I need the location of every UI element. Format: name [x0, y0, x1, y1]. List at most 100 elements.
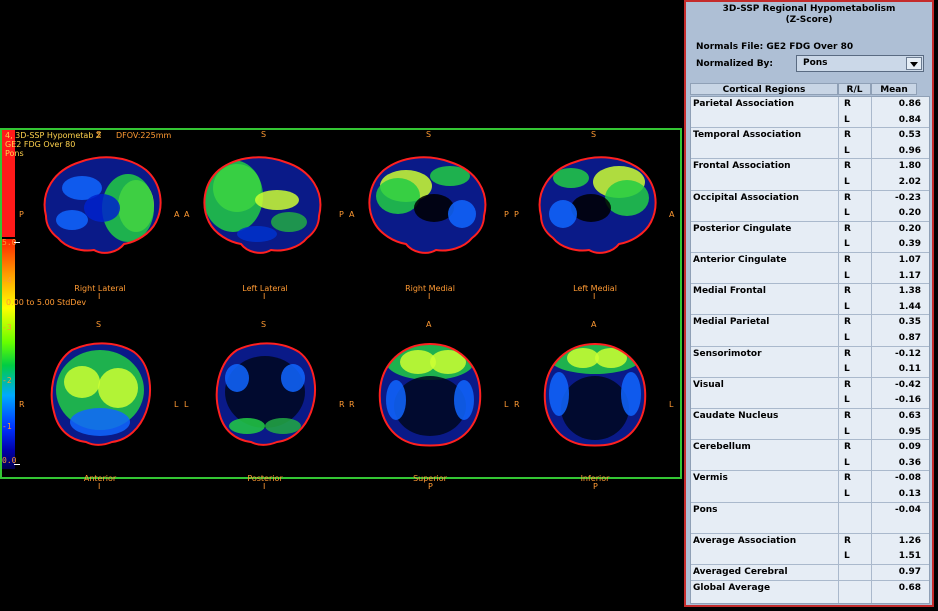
regional-stats-panel: 3D-SSP Regional Hypometabolism (Z-Score)… [684, 0, 934, 607]
row-divider [691, 220, 929, 222]
projection-left-lateral[interactable] [197, 148, 333, 258]
region-name: Sensorimotor [693, 348, 762, 359]
region-mean: -0.08 [895, 473, 921, 484]
region-mean: 1.38 [898, 286, 921, 297]
orientation-bottom: I [98, 292, 101, 301]
region-side: R [844, 255, 851, 265]
region-mean: 1.80 [898, 161, 921, 172]
region-mean: 1.44 [898, 301, 921, 312]
projection-superior[interactable] [362, 338, 498, 448]
region-mean: -0.23 [895, 192, 921, 203]
region-name: Average Association [693, 535, 797, 546]
region-side: L [844, 301, 850, 312]
row-divider [691, 189, 929, 191]
colorbar-tick-4: -4 [2, 276, 12, 285]
region-side: R [844, 223, 851, 234]
region-name: Visual [693, 379, 724, 390]
normalized-by-select[interactable]: Pons [796, 55, 924, 72]
region-side: R [844, 286, 851, 297]
column-header-side[interactable]: R/L [838, 83, 871, 95]
projection-right-medial[interactable] [362, 148, 498, 258]
brain-viewer[interactable]: 5.0 -4 -3 -2 -1 0.0 4, 3D-SSP Hypometab … [0, 128, 682, 491]
row-divider [691, 283, 929, 285]
regions-table: Parietal Association R 0.86 L 0.84 Temporal A… [690, 96, 930, 604]
column-header-mean[interactable]: Mean [871, 83, 917, 95]
orientation-left: R [19, 400, 25, 409]
projection-left-medial[interactable] [527, 148, 663, 258]
orientation-left: P [514, 210, 519, 219]
region-name: Global Average [693, 582, 771, 593]
orientation-bottom: I [263, 482, 266, 491]
region-mean: 0.87 [898, 333, 921, 343]
region-side: L [844, 114, 850, 125]
region-name: Posterior Cingulate [693, 223, 792, 234]
panel-title: 3D-SSP Regional Hypometabolism [722, 4, 896, 14]
row-divider [691, 345, 929, 347]
region-name: Cerebellum [693, 442, 751, 453]
row-divider [691, 439, 929, 441]
projection-posterior[interactable] [197, 338, 333, 448]
orientation-right: A [174, 210, 180, 219]
region-mean: 2.02 [898, 177, 921, 187]
row-divider [691, 158, 929, 160]
orientation-top: A [591, 320, 597, 329]
fov-readout: DFOV:225mm [116, 131, 172, 140]
region-side: L [844, 270, 850, 281]
region-side: L [844, 551, 850, 562]
region-mean: 0.13 [898, 489, 921, 499]
region-name: Temporal Association [693, 130, 802, 141]
row-divider [691, 127, 929, 129]
orientation-bottom: I [263, 292, 266, 301]
column-divider [838, 97, 839, 603]
region-side: L [844, 457, 850, 468]
region-name: Medial Parietal [693, 317, 770, 328]
region-mean: 1.51 [898, 551, 921, 562]
orientation-top: S [261, 320, 267, 329]
scale-range: 0.00 to 5.00 [6, 298, 55, 307]
column-divider [871, 97, 872, 603]
projection-anterior[interactable] [32, 338, 168, 448]
series-info: 4, 3D-SSP Hypometab Z [5, 131, 102, 140]
region-mean: -0.04 [895, 504, 921, 515]
chevron-down-icon[interactable] [906, 57, 922, 70]
orientation-right: L [504, 400, 509, 409]
region-side: L [844, 364, 850, 375]
colorbar-mark [14, 464, 20, 465]
column-header-regions[interactable]: Cortical Regions [690, 83, 838, 95]
orientation-left: A [184, 210, 190, 219]
region-side: R [844, 99, 851, 109]
region-name: Averaged Cerebral [693, 567, 788, 577]
orientation-right: R [339, 400, 345, 409]
region-side: R [844, 535, 851, 546]
region-side: R [844, 411, 851, 421]
region-name: Occipital Association [693, 192, 799, 203]
region-name: Frontal Association [693, 161, 791, 172]
row-divider [691, 532, 929, 534]
colorbar-tick-2: -2 [2, 376, 12, 385]
panel-subtitle: (Z-Score) [785, 15, 833, 25]
region-side: L [844, 177, 850, 187]
region-side: L [844, 426, 850, 437]
orientation-top: S [261, 130, 267, 139]
region-mean: 0.95 [898, 426, 921, 437]
orientation-bottom: I [98, 482, 101, 491]
region-mean: -0.16 [895, 395, 921, 406]
normalized-by-label: Normalized By: [696, 59, 774, 69]
projection-right-lateral[interactable] [32, 148, 168, 258]
row-divider [691, 501, 929, 503]
region-side: L [844, 333, 850, 343]
orientation-bottom: P [428, 482, 433, 491]
region-name: Parietal Association [693, 99, 794, 109]
normals-file-label: Normals File: GE2 FDG Over 80 [696, 42, 854, 52]
row-divider [691, 470, 929, 472]
row-divider [691, 564, 929, 565]
region-side: R [844, 348, 851, 359]
orientation-right: P [339, 210, 344, 219]
orientation-left: R [349, 400, 355, 409]
orientation-top: S [591, 130, 597, 139]
region-mean: 0.20 [898, 223, 921, 234]
projection-inferior[interactable] [527, 338, 663, 448]
normalized-by-value: Pons [803, 58, 828, 68]
region-side: L [844, 239, 850, 250]
orientation-bottom: P [593, 482, 598, 491]
